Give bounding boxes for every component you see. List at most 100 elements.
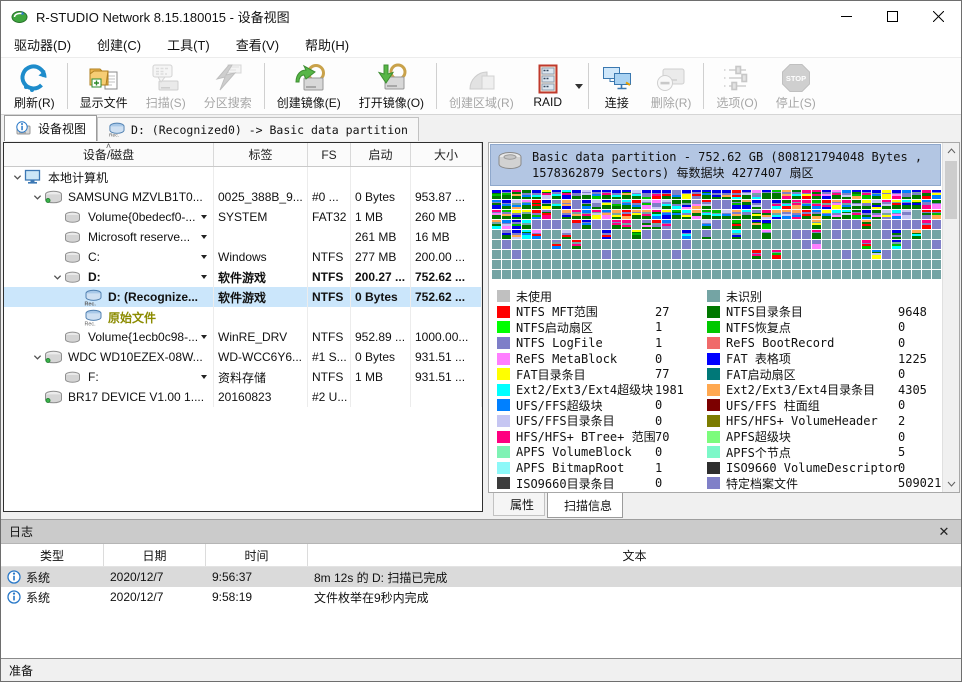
cell-label: 软件游戏 [214,287,308,307]
scan-block [502,250,511,259]
scan-view[interactable]: Basic data partition - 752.62 GB (808121… [489,143,942,492]
tree-column-header[interactable]: 设备/磁盘˄ [4,143,214,166]
scroll-thumb[interactable] [945,161,957,219]
scan-block [682,230,691,239]
tree-column-header[interactable]: 大小 [411,143,482,166]
device-dropdown-icon[interactable] [201,235,207,239]
scan-block [822,270,831,279]
expander-collapse-icon[interactable] [30,190,44,204]
tree-row[interactable]: BR17 DEVICE V1.00 1....20160823#2 U... [4,387,482,407]
device-tree-panel: 设备/磁盘˄标签FS启动大小 本地计算机SAMSUNG MZVLB1T0...0… [3,142,483,512]
legend-count: 0 [898,336,905,350]
scan-block [672,220,681,229]
volume-icon [64,229,84,245]
toolbar-raid-button[interactable]: RAID [523,58,573,114]
cell-boot: 261 MB [351,227,411,247]
log-date-cell: 2020/12/7 [104,590,206,604]
device-dropdown-icon[interactable] [201,335,207,339]
legend-item: ISO9660 VolumeDescriptor0 [707,460,942,476]
toolbar-create-image-button[interactable]: 创建镜像(E) [268,58,350,114]
tree-row[interactable]: Volume{0bedecf0-...SYSTEMFAT321 MB260 MB [4,207,482,227]
log-row[interactable]: 系统2020/12/79:58:19文件枚举在9秒内完成 [1,587,961,607]
menu-item[interactable]: 驱动器(D) [1,31,84,57]
scan-block [512,250,521,259]
expander-collapse-icon[interactable] [30,350,44,364]
expander-collapse-icon[interactable] [10,170,24,184]
tree-row[interactable]: 本地计算机 [4,167,482,187]
device-dropdown-icon[interactable] [201,255,207,259]
scan-block [642,260,651,269]
tab-recognized-partition[interactable]: Rec.D: (Recognized0) -> Basic data parti… [97,117,419,141]
tree-row[interactable]: F:资料存储NTFS1 MB931.51 ... [4,367,482,387]
log-column-header[interactable]: 类型 [1,544,104,566]
scroll-down-icon[interactable] [943,476,959,492]
tree-row[interactable]: SAMSUNG MZVLB1T0...0025_388B_9...#0 ...0… [4,187,482,207]
scan-block [562,220,571,229]
cell-fs: #0 ... [308,187,351,207]
scan-block [842,200,851,209]
log-column-header[interactable]: 时间 [206,544,308,566]
tab-scan-info[interactable]: 扫描信息 [547,493,623,518]
log-column-header[interactable]: 文本 [308,544,961,566]
toolbar-connect-button[interactable]: 连接 [592,58,642,114]
tree-row[interactable]: Rec.D: (Recognize...软件游戏NTFS0 Bytes752.6… [4,287,482,307]
cell-boot [351,307,411,327]
scan-block [742,210,751,219]
log-row[interactable]: 系统2020/12/79:56:378m 12s 的 D: 扫描已完成 [1,567,961,587]
scan-block [902,210,911,219]
device-dropdown-icon[interactable] [201,215,207,219]
scan-scrollbar[interactable] [942,143,959,492]
tree-column-header[interactable]: 标签 [214,143,308,166]
tree-row[interactable]: C:WindowsNTFS277 MB200.00 ... [4,247,482,267]
toolbar-open-image-button[interactable]: 打开镜像(O) [350,58,433,114]
scan-block [712,260,721,269]
scan-block [522,260,531,269]
toolbar-refresh-button[interactable]: 刷新(R) [5,58,64,114]
log-date-cell: 2020/12/7 [104,570,206,584]
tree-row[interactable]: Rec.原始文件 [4,307,482,327]
tree-column-header[interactable]: 启动 [351,143,411,166]
scan-block [582,240,591,249]
scan-block [652,260,661,269]
device-dropdown-icon[interactable] [201,275,207,279]
tree-row[interactable]: D:软件游戏NTFS200.27 ...752.62 ... [4,267,482,287]
scroll-up-icon[interactable] [943,143,959,159]
legend-label: NTFS LogFile [516,336,655,350]
status-bar: 准备 [1,658,961,681]
scan-block [572,220,581,229]
scan-block [562,190,571,199]
maximize-button[interactable] [869,1,915,31]
scan-block [802,220,811,229]
menu-item[interactable]: 查看(V) [223,31,292,57]
tree-column-header[interactable]: FS [308,143,351,166]
tab-properties[interactable]: 属性 [493,493,545,516]
legend-count: 0 [655,398,662,412]
menu-item[interactable]: 创建(C) [84,31,154,57]
toolbar-show-files-button[interactable]: 显示文件 [71,58,137,114]
scan-block [572,240,581,249]
tree-row[interactable]: Microsoft reserve...261 MB16 MB [4,227,482,247]
scan-block [742,230,751,239]
log-column-header[interactable]: 日期 [104,544,206,566]
menu-item[interactable]: 工具(T) [154,31,223,57]
log-close-icon[interactable]: ✕ [935,524,953,540]
scan-block [672,210,681,219]
device-dropdown-icon[interactable] [201,375,207,379]
scan-block [912,270,921,279]
tree-row[interactable]: Volume{1ecb0c98-...WinRE_DRVNTFS952.89 .… [4,327,482,347]
scan-block [562,240,571,249]
tab-device-view[interactable]: 设备视图 [4,115,97,141]
menu-item[interactable]: 帮助(H) [292,31,362,57]
close-button[interactable] [915,1,961,31]
legend-item: Ext2/Ext3/Ext4目录条目4305 [707,382,942,398]
toolbar-separator [67,63,68,109]
minimize-button[interactable] [823,1,869,31]
scan-block [652,190,661,199]
raid-dropdown-arrow-icon[interactable] [575,84,583,89]
tree-row[interactable]: WDC WD10EZEX-08W...WD-WCC6Y6...#1 S...0 … [4,347,482,367]
legend-swatch [497,399,510,411]
expander-spacer [50,210,64,224]
expander-collapse-icon[interactable] [50,270,64,284]
scan-block [752,200,761,209]
scan-block-map[interactable] [489,187,942,282]
